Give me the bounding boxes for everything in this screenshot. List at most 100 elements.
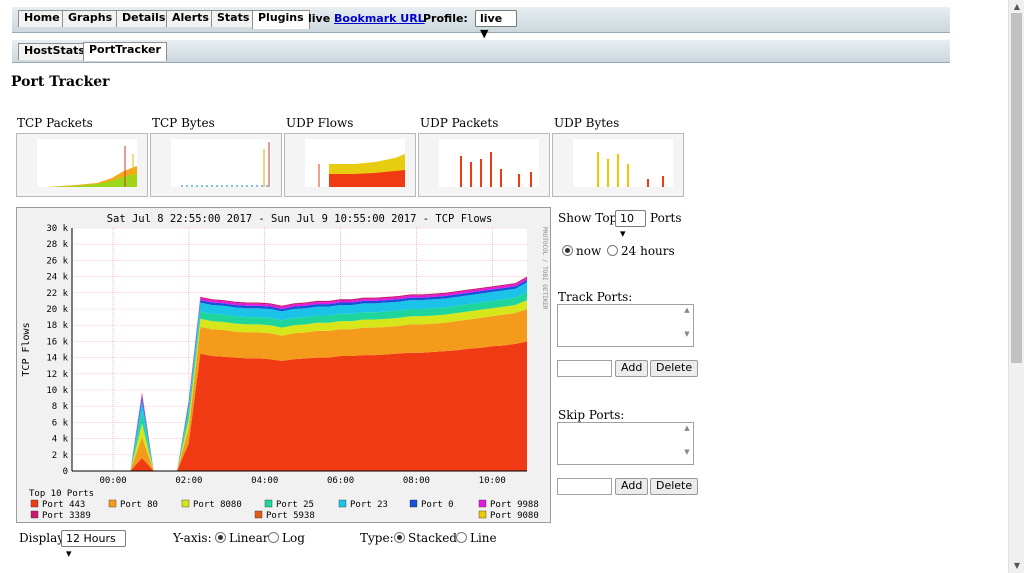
ports-label: Ports (650, 211, 682, 225)
y-tick-label: 22 k (46, 289, 68, 299)
y-tick-label: 8 k (52, 402, 69, 412)
x-tick-label: 08:00 (403, 476, 430, 486)
y-tick-label: 6 k (52, 418, 69, 428)
scroll-up-icon[interactable]: ▲ (1009, 2, 1024, 11)
thumb-tcp-bytes[interactable] (150, 133, 282, 197)
display-select[interactable]: 12 Hours ▾ (61, 530, 126, 560)
display-label: Display (19, 531, 65, 545)
radio-24-button[interactable] (607, 245, 618, 256)
y-tick-label: 26 k (46, 256, 68, 266)
show-top-label: Show Top (558, 211, 618, 225)
page-title: Port Tracker (11, 74, 110, 90)
scroll-down-icon[interactable]: ▼ (1009, 561, 1024, 570)
skip-ports-input[interactable]: ▲ ▼ (557, 422, 694, 465)
skip-port-field[interactable] (557, 478, 612, 495)
legend-entry: Port 5938 (266, 511, 315, 521)
y-tick-label: 10 k (46, 386, 68, 396)
tab-details[interactable]: Details (116, 10, 172, 27)
skip-ports-label: Skip Ports: (558, 408, 625, 422)
tcp-flows-chart: 0 2 k 4 k 6 k 8 k 10 k 12 k 14 k 16 k 18 k 20 k 22 … (16, 207, 551, 523)
legend-entry: Port 25 (276, 500, 314, 510)
chart-title: Sat Jul 8 22:55:00 2017 - Sun Jul 9 10:5… (107, 213, 493, 225)
legend-swatch (30, 510, 39, 519)
y-tick-label: 20 k (46, 305, 68, 315)
profile-label: Profile: (423, 12, 468, 25)
live-label: live (308, 12, 331, 25)
radio-now-label: now (576, 244, 602, 258)
legend-entry: Port 9080 (490, 511, 539, 521)
legend-entry: Port 8080 (193, 500, 242, 510)
thumb-udp-bytes-graph (573, 139, 673, 187)
skip-delete-button[interactable]: Delete (650, 478, 699, 495)
show-top-select[interactable]: 10 ▾ (615, 210, 646, 240)
skip-add-button[interactable]: Add (615, 478, 649, 495)
radio-24-hours[interactable]: 24 hours (607, 244, 675, 258)
type-label: Type: (360, 531, 394, 545)
legend-swatch (338, 499, 347, 508)
x-tick-label: 00:00 (100, 476, 127, 486)
thumb-label-udp-packets: UDP Packets (420, 116, 499, 130)
legend-swatch (181, 499, 190, 508)
type-line-radio[interactable] (456, 532, 467, 543)
skip-ports-scroll[interactable]: ▲ ▼ (682, 424, 692, 463)
track-port-field[interactable] (557, 360, 612, 377)
tcp-flows-chart-svg: 0 2 k 4 k 6 k 8 k 10 k 12 k 14 k 16 k 18 k 20 k 22 … (21, 213, 548, 521)
y-tick-label: 24 k (46, 273, 68, 283)
tab-plugins[interactable]: Plugins (252, 10, 310, 29)
radio-now[interactable]: now (562, 244, 601, 258)
thumb-udp-flows[interactable] (284, 133, 416, 197)
plugin-subnav: HostStats PortTracker (12, 40, 950, 63)
yaxis-linear-option[interactable]: Linear (215, 531, 269, 545)
thumb-label-udp-bytes: UDP Bytes (554, 116, 620, 130)
type-stacked-radio[interactable] (394, 532, 405, 543)
y-tick-label: 18 k (46, 321, 68, 331)
track-ports-scroll[interactable]: ▲ ▼ (682, 306, 692, 345)
page-scrollbar[interactable]: ▲ ▼ (1008, 0, 1024, 573)
track-delete-button[interactable]: Delete (650, 360, 699, 377)
yaxis-linear-label: Linear (229, 531, 269, 545)
thumb-tcp-packets-graph (37, 139, 137, 187)
yaxis-log-radio[interactable] (268, 532, 279, 543)
legend-entry: Port 9988 (490, 500, 539, 510)
thumb-udp-bytes[interactable] (552, 133, 684, 197)
legend-title: Top 10 Ports (29, 489, 94, 499)
legend-swatch (264, 499, 273, 508)
tab-stats[interactable]: Stats (211, 10, 256, 27)
legend-swatch (409, 499, 418, 508)
thumb-udp-packets[interactable] (418, 133, 550, 197)
tab-porttracker[interactable]: PortTracker (83, 42, 167, 61)
tab-alerts[interactable]: Alerts (166, 10, 215, 27)
legend-swatch (478, 510, 487, 519)
tab-home[interactable]: Home (18, 10, 66, 27)
track-ports-input[interactable]: ▲ ▼ (557, 304, 694, 347)
track-add-button[interactable]: Add (615, 360, 649, 377)
x-tick-label: 02:00 (175, 476, 202, 486)
bookmark-url-link[interactable]: Bookmark URL (334, 12, 425, 25)
type-line-label: Line (470, 531, 497, 545)
x-tick-label: 10:00 (479, 476, 506, 486)
profile-select[interactable]: live ▼ (475, 10, 517, 40)
tab-hoststats[interactable]: HostStats (18, 43, 91, 60)
tab-graphs[interactable]: Graphs (62, 10, 119, 27)
legend-entry: Port 0 (421, 500, 454, 510)
legend-entry: Port 23 (350, 500, 388, 510)
type-stacked-option[interactable]: Stacked (394, 531, 457, 545)
type-line-option[interactable]: Line (456, 531, 497, 545)
y-tick-label: 2 k (52, 451, 69, 461)
thumb-label-udp-flows: UDP Flows (286, 116, 354, 130)
y-tick-label: 30 k (46, 224, 68, 234)
thumb-udp-flows-graph (305, 139, 405, 187)
yaxis-label: Y-axis: (173, 531, 212, 545)
y-tick-label: 28 k (46, 240, 68, 250)
thumb-tcp-packets[interactable] (16, 133, 148, 197)
yaxis-linear-radio[interactable] (215, 532, 226, 543)
yaxis-log-option[interactable]: Log (268, 531, 305, 545)
track-ports-label: Track Ports: (558, 290, 633, 304)
x-tick-label: 04:00 (251, 476, 278, 486)
rrdtool-credit-label: PROTOCOL / TOBI OETIKER (541, 226, 548, 309)
thumb-udp-packets-graph (439, 139, 539, 187)
radio-now-button[interactable] (562, 245, 573, 256)
x-tick-label: 06:00 (327, 476, 354, 486)
scrollbar-thumb[interactable] (1011, 13, 1022, 363)
legend-swatch (108, 499, 117, 508)
